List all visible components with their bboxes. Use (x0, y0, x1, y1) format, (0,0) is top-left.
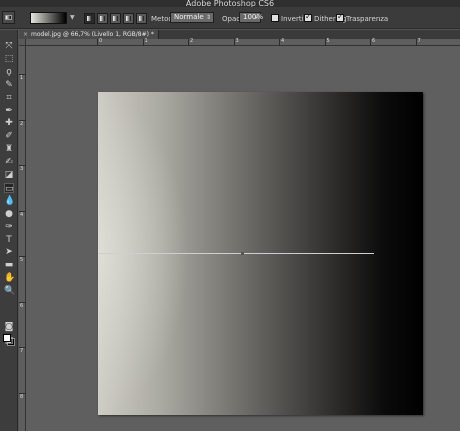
chevron-right-icon: ▸ (254, 14, 258, 21)
radial-gradient-icon (100, 16, 105, 21)
path-selection-tool-icon[interactable]: ➤ (4, 247, 14, 257)
tool-preset-picker[interactable] (2, 11, 15, 24)
crop-tool-icon[interactable]: ⌗ (4, 93, 14, 103)
transparency-label: Trasparenza (346, 15, 389, 23)
reflected-gradient-icon (126, 16, 131, 21)
ruler-tick (279, 39, 280, 46)
document-tab-title: model.jpg @ 66,7% (Livello 1, RGB/8#) * (31, 31, 154, 38)
clone-stamp-tool-icon[interactable]: ♜ (4, 144, 14, 154)
dither-checkbox[interactable] (304, 12, 312, 22)
transparency-checkbox[interactable] (336, 12, 344, 22)
gradient-tool-icon[interactable]: ▭ (4, 182, 14, 194)
ruler-label: 0 (99, 38, 103, 44)
foreground-color-swatch[interactable] (3, 334, 11, 342)
ruler-origin[interactable] (19, 39, 26, 46)
opacity-input[interactable]: 100% ▸ (239, 12, 264, 23)
method-value: Normale (174, 13, 204, 21)
ruler-label: 7 (20, 348, 24, 354)
lasso-tool-icon[interactable]: ϙ (4, 67, 14, 77)
reflected-gradient-button[interactable] (123, 13, 134, 24)
linear-gradient-button[interactable] (84, 13, 95, 24)
ruler-tick (370, 39, 371, 46)
ruler-label: 7 (417, 38, 421, 44)
ruler-tick (324, 39, 326, 46)
ruler-label: 2 (190, 38, 194, 44)
type-tool-icon[interactable]: T (4, 235, 14, 245)
ruler-tick (233, 39, 235, 46)
eyedropper-tool-icon[interactable]: ✒ (4, 106, 14, 116)
pen-tool-icon[interactable]: ✑ (4, 222, 14, 232)
reverse-label: Inverti (281, 15, 304, 23)
ruler-label: 1 (20, 75, 24, 81)
blur-tool-icon[interactable]: 💧 (4, 196, 15, 206)
ruler-label: 8 (20, 393, 24, 400)
ruler-label: 1 (144, 38, 148, 44)
close-icon[interactable]: × (23, 31, 28, 38)
ruler-label: 3 (235, 38, 239, 44)
hand-tool-icon[interactable]: ✋ (4, 273, 15, 283)
ruler-label: 2 (20, 120, 24, 127)
zoom-tool-icon[interactable]: 🔍 (4, 286, 15, 296)
brush-tool-icon[interactable]: ✐ (4, 131, 14, 141)
ruler-label: 3 (20, 166, 24, 172)
tools-panel: ⤧⬚ϙ✎⌗✒✚✐♜✍◪▭💧●✑T➤▬✋🔍 ◙▣ (0, 30, 18, 431)
options-bar: ▼ Metodo: Normale ⇕ Opacità: 100% ▸ Inve… (0, 7, 460, 29)
ruler-tick (415, 39, 417, 46)
gradient-drag-line (98, 252, 374, 255)
ruler-tick (188, 39, 189, 46)
ruler-label: 6 (20, 302, 24, 309)
chevron-updown-icon: ⇕ (205, 14, 211, 21)
diamond-gradient-button[interactable] (136, 13, 147, 24)
gradient-preset-icon (5, 15, 12, 20)
canvas-workspace[interactable] (26, 46, 460, 431)
method-select[interactable]: Normale ⇕ (170, 12, 214, 23)
quick-selection-tool-icon[interactable]: ✎ (4, 80, 14, 90)
document-tab-bar: × model.jpg @ 66,7% (Livello 1, RGB/8#) * (19, 30, 460, 39)
dodge-tool-icon[interactable]: ● (4, 209, 14, 219)
vertical-ruler[interactable]: 1 2 3 4 5 6 7 8 (19, 46, 26, 431)
quick-mask-icon[interactable]: ◙ (4, 322, 14, 332)
move-tool-icon[interactable]: ⤧ (4, 41, 14, 51)
diamond-gradient-icon (139, 16, 144, 21)
shape-tool-icon[interactable]: ▬ (4, 260, 14, 270)
ruler-label: 4 (281, 38, 285, 44)
ruler-label: 5 (326, 38, 330, 44)
document-tab[interactable]: × model.jpg @ 66,7% (Livello 1, RGB/8#) * (19, 30, 159, 39)
ruler-tick (142, 39, 144, 46)
document-canvas[interactable] (98, 92, 423, 415)
chevron-down-icon[interactable]: ▼ (70, 14, 76, 22)
eraser-tool-icon[interactable]: ◪ (4, 170, 14, 180)
ruler-label: 5 (20, 257, 24, 263)
gradient-editor-swatch[interactable] (30, 12, 67, 24)
reverse-checkbox[interactable] (271, 14, 279, 22)
opacity-value: 100% (243, 13, 264, 21)
marquee-tool-icon[interactable]: ⬚ (4, 54, 14, 64)
ruler-label: 4 (20, 211, 24, 218)
linear-gradient-icon (87, 16, 92, 21)
radial-gradient-button[interactable] (97, 13, 108, 24)
title-bar: Adobe Photoshop CS6 (0, 0, 460, 8)
ruler-tick (97, 39, 98, 46)
history-brush-tool-icon[interactable]: ✍ (4, 157, 14, 167)
horizontal-ruler[interactable]: 012345678 (26, 39, 460, 46)
healing-brush-tool-icon[interactable]: ✚ (4, 118, 14, 128)
angle-gradient-button[interactable] (110, 13, 121, 24)
angle-gradient-icon (113, 16, 118, 21)
gradient-midpoint (241, 252, 244, 255)
ruler-label: 6 (372, 38, 376, 44)
